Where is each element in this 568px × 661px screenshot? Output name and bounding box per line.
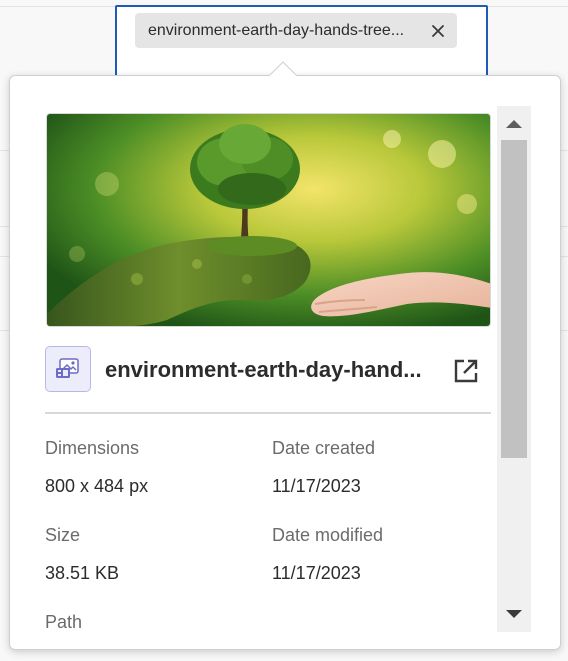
image-file-icon xyxy=(45,346,91,392)
dimensions-label: Dimensions xyxy=(45,438,140,458)
scrollbar-thumb[interactable] xyxy=(501,140,527,458)
date-modified-label: Date modified xyxy=(272,525,384,545)
date-modified-value: 11/17/2023 xyxy=(272,563,361,583)
asset-details-popover: environment-earth-day-hand... Dimensions… xyxy=(9,75,561,650)
size-label: Size xyxy=(45,525,81,545)
size-value: 38.51 KB xyxy=(45,563,120,583)
path-label: Path xyxy=(45,612,83,632)
details-divider xyxy=(45,412,491,414)
open-external-icon[interactable] xyxy=(453,358,479,384)
popover-arrow xyxy=(269,61,297,76)
date-created-label: Date created xyxy=(272,438,376,458)
dimensions-value: 800 x 484 px xyxy=(45,476,149,496)
asset-tag-chip[interactable]: environment-earth-day-hands-tree... xyxy=(135,13,457,48)
date-created-value: 11/17/2023 xyxy=(272,476,361,496)
popover-scrollbar[interactable] xyxy=(497,106,531,632)
asset-file-name: environment-earth-day-hand... xyxy=(105,357,422,382)
asset-thumbnail xyxy=(46,113,491,327)
scroll-up-arrow-icon[interactable] xyxy=(497,112,531,136)
scroll-down-arrow-icon[interactable] xyxy=(497,602,531,626)
thumbnail-image xyxy=(47,114,490,326)
asset-tag-label: environment-earth-day-hands-tree... xyxy=(148,21,405,39)
asset-file-row: environment-earth-day-hand... xyxy=(45,346,481,394)
close-icon[interactable] xyxy=(431,24,445,38)
